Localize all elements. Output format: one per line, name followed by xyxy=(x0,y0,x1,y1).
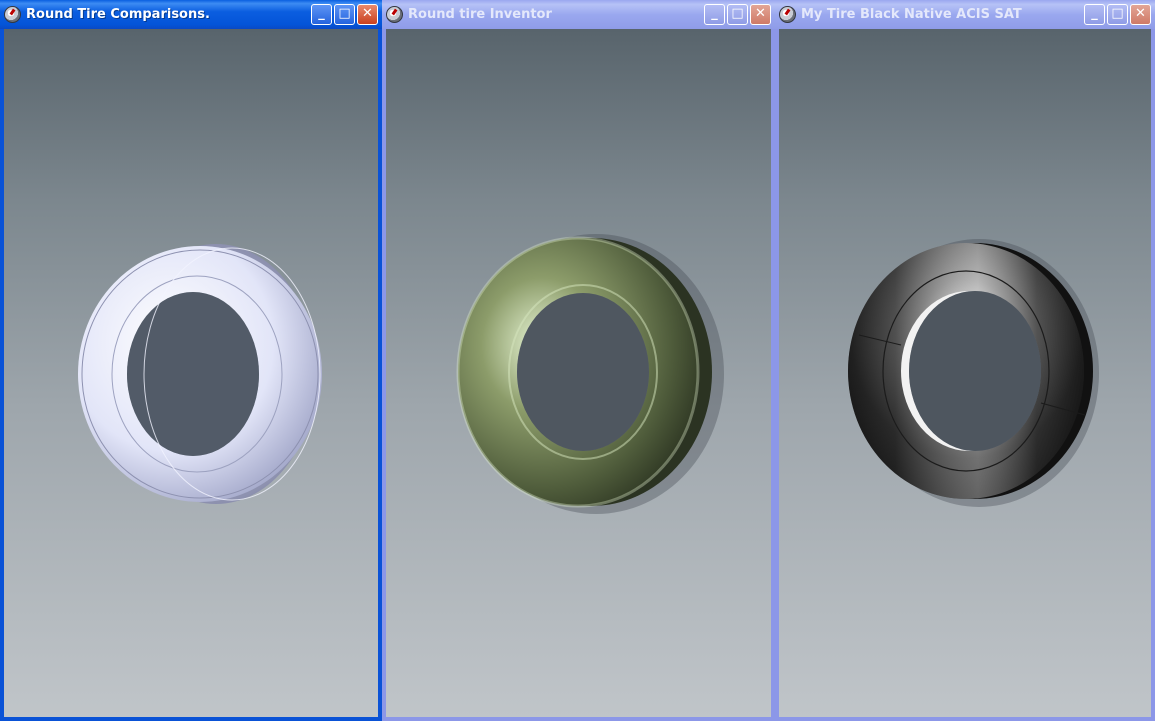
window-title: Round tire Inventor xyxy=(408,7,552,22)
window-my-tire-black[interactable]: My Tire Black Native ACIS SAT _ □ ✕ xyxy=(775,0,1155,721)
close-button[interactable]: ✕ xyxy=(1130,4,1151,25)
minimize-button[interactable]: _ xyxy=(704,4,725,25)
app-icon[interactable] xyxy=(779,6,796,23)
title-bar[interactable]: Round Tire Comparisons. _ □ ✕ xyxy=(0,0,382,29)
app-icon[interactable] xyxy=(386,6,403,23)
3d-viewport[interactable] xyxy=(779,29,1151,717)
title-bar[interactable]: My Tire Black Native ACIS SAT _ □ ✕ xyxy=(775,0,1155,29)
window-title: Round Tire Comparisons. xyxy=(26,7,210,22)
close-button[interactable]: ✕ xyxy=(750,4,771,25)
maximize-button[interactable]: □ xyxy=(1107,4,1128,25)
tire-model-white xyxy=(78,244,322,504)
minimize-button[interactable]: _ xyxy=(311,4,332,25)
close-button[interactable]: ✕ xyxy=(357,4,378,25)
window-round-tire-comparisons[interactable]: Round Tire Comparisons. _ □ ✕ xyxy=(0,0,382,721)
tire-model-green xyxy=(456,234,724,514)
3d-viewport[interactable] xyxy=(4,29,378,717)
minimize-button[interactable]: _ xyxy=(1084,4,1105,25)
tire-model-black xyxy=(848,239,1099,507)
app-icon[interactable] xyxy=(4,6,21,23)
title-bar[interactable]: Round tire Inventor _ □ ✕ xyxy=(382,0,775,29)
maximize-button[interactable]: □ xyxy=(334,4,355,25)
3d-viewport[interactable] xyxy=(386,29,771,717)
window-round-tire-inventor[interactable]: Round tire Inventor _ □ ✕ xyxy=(382,0,775,721)
window-title: My Tire Black Native ACIS SAT xyxy=(801,7,1022,22)
maximize-button[interactable]: □ xyxy=(727,4,748,25)
